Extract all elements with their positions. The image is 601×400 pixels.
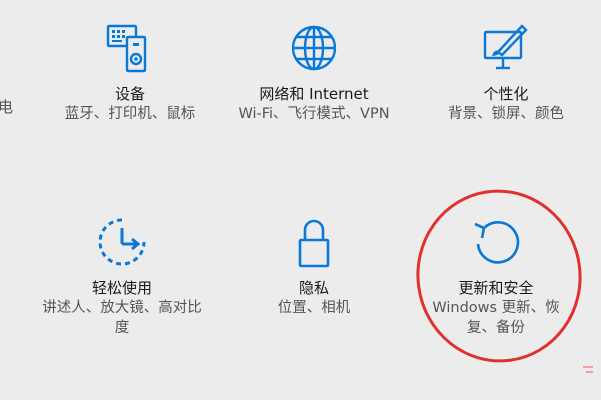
corner-mark	[583, 366, 593, 373]
update-icon	[474, 221, 520, 264]
tile-devices-description: 蓝牙、打印机、鼠标	[64, 106, 196, 122]
cut-off-tile-text: 电	[0, 98, 14, 116]
globe-icon	[291, 25, 337, 71]
tile-personalization-description: 背景、锁屏、颜色	[448, 106, 564, 122]
tile-update-description: Windows 更新、恢复、备份	[432, 300, 560, 336]
tile-devices[interactable]: 设备 蓝牙、打印机、鼠标	[35, 20, 225, 124]
tile-personalization[interactable]: 个性化 背景、锁屏、颜色	[411, 20, 601, 124]
tile-personalization-title: 个性化	[483, 85, 529, 103]
tile-update-security[interactable]: 更新和安全 Windows 更新、恢复、备份	[401, 214, 591, 338]
tile-network-title: 网络和 Internet	[259, 85, 369, 103]
lock-icon	[298, 219, 330, 268]
settings-grid: 电 设备 蓝牙、打印机、鼠标 网络和 Internet Wi-Fi、飞行模式、V…	[0, 0, 601, 400]
tile-privacy-title: 隐私	[298, 279, 329, 297]
tile-devices-title: 设备	[114, 85, 145, 103]
ease-of-access-icon	[98, 218, 146, 266]
devices-icon	[106, 24, 147, 73]
tile-update-title: 更新和安全	[458, 279, 534, 297]
tile-privacy[interactable]: 隐私 位置、相机	[219, 214, 409, 318]
tile-network-internet[interactable]: 网络和 Internet Wi-Fi、飞行模式、VPN	[219, 20, 409, 124]
tile-ease-description: 讲述人、放大镜、高对比度	[42, 300, 202, 336]
tile-privacy-description: 位置、相机	[277, 300, 351, 316]
tile-network-description: Wi-Fi、飞行模式、VPN	[238, 106, 390, 122]
tile-ease-title: 轻松使用	[91, 279, 152, 297]
personalization-icon	[483, 24, 528, 70]
tile-ease-of-access[interactable]: 轻松使用 讲述人、放大镜、高对比度	[27, 214, 217, 338]
